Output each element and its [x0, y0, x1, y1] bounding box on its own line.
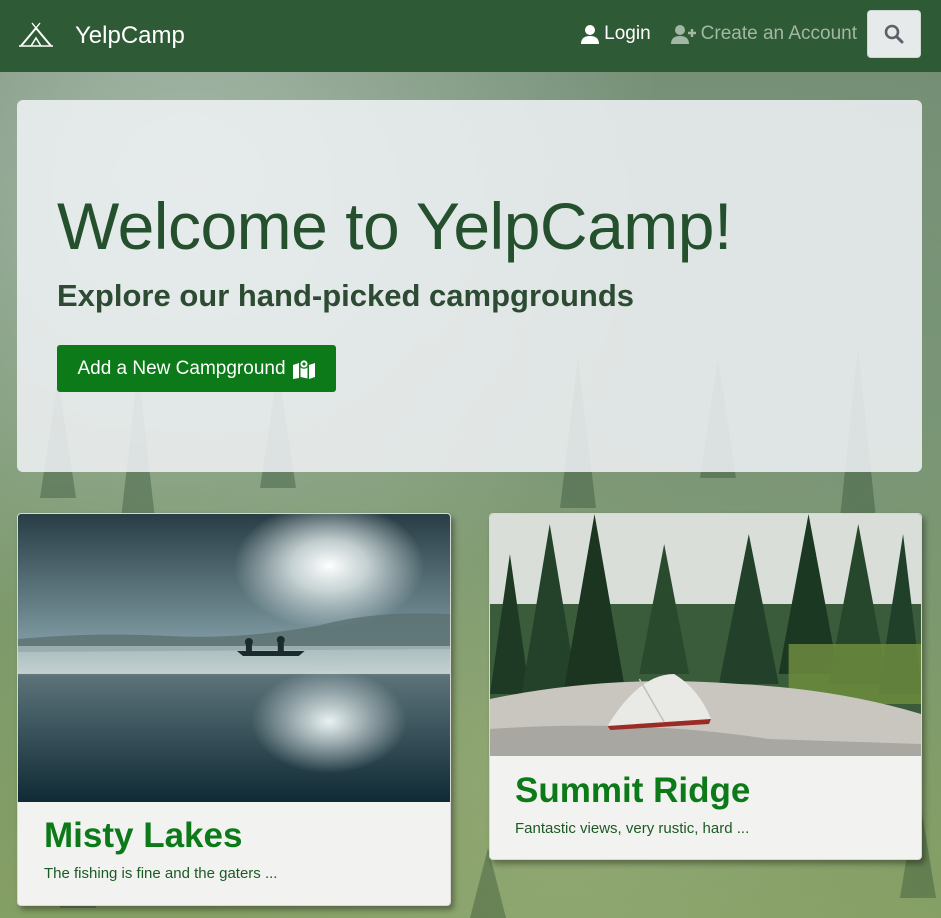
campground-image-summit-ridge: [490, 514, 921, 756]
login-label: Login: [604, 23, 651, 44]
register-label: Create an Account: [700, 23, 857, 44]
card-description: Fantastic views, very rustic, hard ...: [515, 820, 750, 837]
nav-links: Login Create an Account: [580, 10, 921, 58]
login-link[interactable]: Login: [580, 23, 651, 45]
navbar: YelpCamp Login Create an Account: [0, 0, 941, 72]
hero-panel: Welcome to YelpCamp! Explore our hand-pi…: [17, 100, 922, 472]
campground-card[interactable]: Summit Ridge Fantastic views, very rusti…: [489, 513, 922, 860]
search-icon: [884, 24, 904, 44]
campground-card[interactable]: Misty Lakes The fishing is fine and the …: [17, 513, 451, 906]
user-plus-icon: [670, 25, 696, 44]
register-link[interactable]: Create an Account: [670, 23, 857, 45]
card-description: The fishing is fine and the gaters ...: [44, 865, 278, 882]
campground-image-misty-lakes: [18, 514, 450, 802]
hero-subtitle: Explore our hand-picked campgrounds: [57, 278, 635, 313]
card-title[interactable]: Misty Lakes: [44, 816, 242, 856]
add-campground-button[interactable]: Add a New Campground: [57, 345, 336, 392]
user-icon: [581, 25, 600, 44]
card-title[interactable]: Summit Ridge: [515, 771, 750, 811]
search-button[interactable]: [867, 10, 921, 58]
brand-name: YelpCamp: [75, 22, 185, 49]
hero-title: Welcome to YelpCamp!: [57, 189, 732, 263]
tent-icon: [19, 22, 53, 47]
add-campground-label: Add a New Campground: [77, 357, 286, 379]
brand-link[interactable]: YelpCamp: [18, 22, 185, 50]
map-marked-icon: [292, 358, 315, 379]
